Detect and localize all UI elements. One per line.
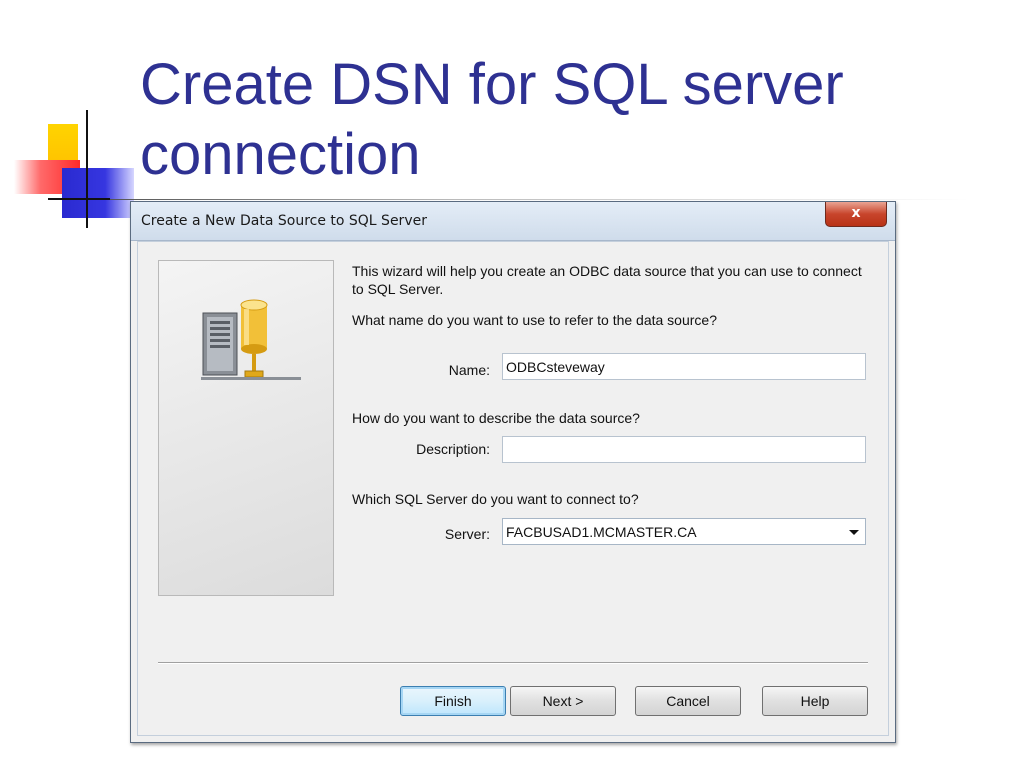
close-icon: x bbox=[851, 205, 861, 221]
server-select[interactable]: FACBUSAD1.MCMASTER.CA bbox=[502, 518, 866, 545]
name-field[interactable]: ODBCsteveway bbox=[502, 353, 866, 380]
dialog-title: Create a New Data Source to SQL Server bbox=[141, 213, 427, 229]
server-question: Which SQL Server do you want to connect … bbox=[352, 491, 639, 507]
server-database-icon bbox=[201, 299, 301, 380]
button-divider bbox=[158, 662, 868, 664]
title-underline bbox=[110, 199, 970, 200]
description-field[interactable] bbox=[502, 436, 866, 463]
slide-title-line-2: connection bbox=[140, 122, 421, 187]
decorative-vertical-line bbox=[86, 110, 88, 228]
cancel-button[interactable]: Cancel bbox=[635, 686, 741, 716]
slide-title-line-1: Create DSN for SQL server bbox=[140, 52, 844, 117]
cancel-button-label: Cancel bbox=[666, 693, 710, 709]
description-question: How do you want to describe the data sou… bbox=[352, 410, 640, 426]
name-question: What name do you want to use to refer to… bbox=[352, 312, 717, 328]
server-label: Server: bbox=[444, 526, 490, 542]
wizard-intro-text: This wizard will help you create an ODBC… bbox=[352, 263, 862, 297]
description-label: Description: bbox=[416, 441, 490, 457]
name-label: Name: bbox=[448, 362, 490, 378]
finish-button-label: Finish bbox=[434, 693, 472, 709]
help-button[interactable]: Help bbox=[762, 686, 868, 716]
decorative-horizontal-line bbox=[48, 198, 110, 200]
help-button-label: Help bbox=[800, 693, 830, 709]
wizard-side-panel bbox=[158, 260, 334, 596]
slide-title: Create DSN for SQL server connection bbox=[140, 50, 1000, 190]
close-button[interactable]: x bbox=[825, 202, 887, 227]
chevron-down-icon[interactable] bbox=[849, 530, 859, 535]
dialog-titlebar[interactable]: Create a New Data Source to SQL Server x bbox=[131, 202, 895, 241]
next-button[interactable]: Next > bbox=[510, 686, 616, 716]
dialog-client-area: This wizard will help you create an ODBC… bbox=[137, 241, 889, 736]
server-select-value: FACBUSAD1.MCMASTER.CA bbox=[506, 524, 697, 540]
finish-button[interactable]: Finish bbox=[400, 686, 506, 716]
decorative-blue-square bbox=[62, 168, 134, 218]
next-button-label: Next > bbox=[542, 693, 584, 709]
odbc-dialog-window: Create a New Data Source to SQL Server x bbox=[130, 201, 896, 743]
